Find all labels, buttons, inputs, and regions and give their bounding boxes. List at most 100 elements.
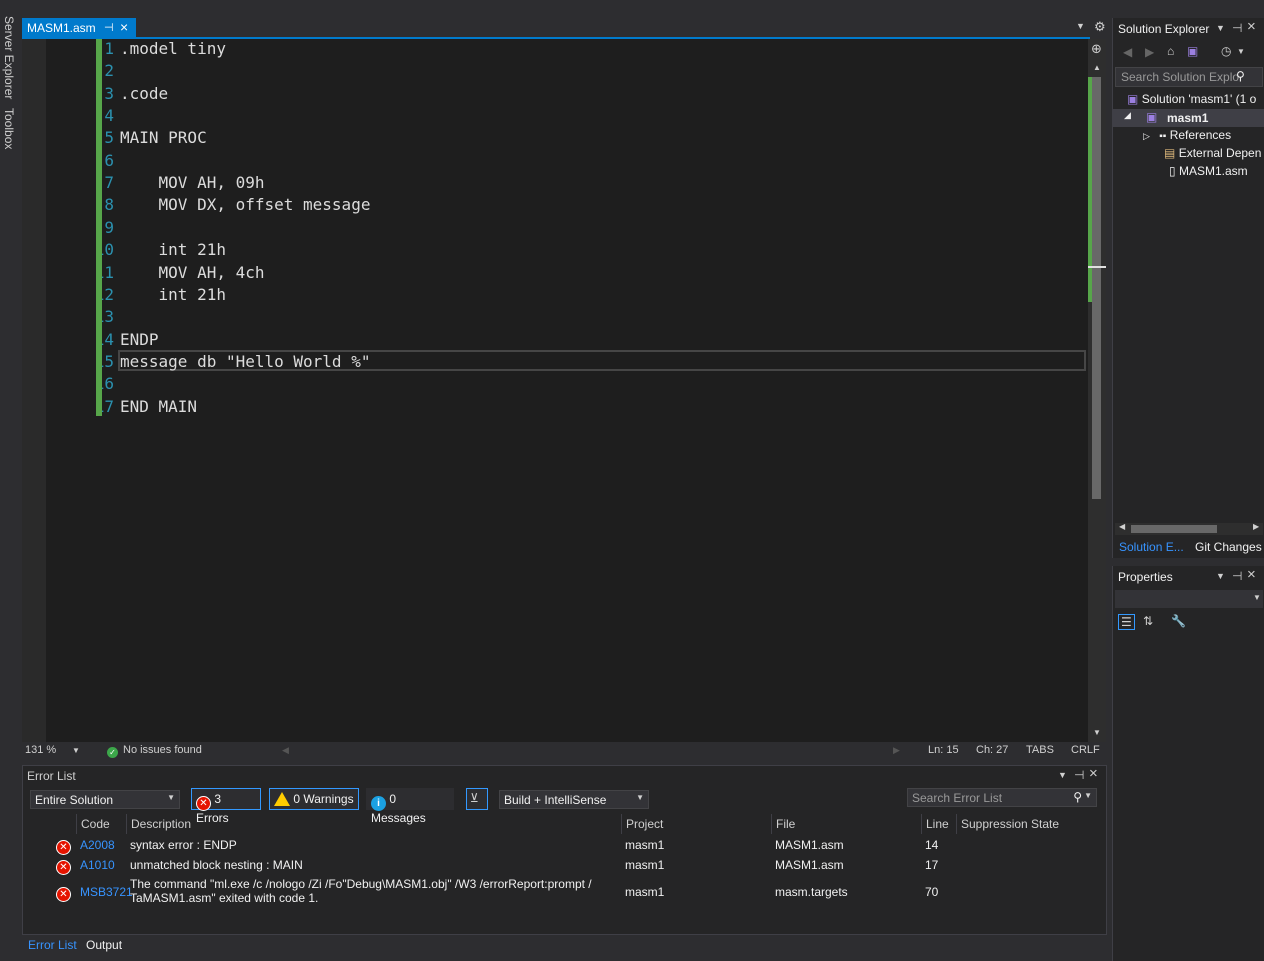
toolbox-tab[interactable]: Toolbox xyxy=(2,108,16,149)
error-code-link[interactable]: A2008 xyxy=(80,838,115,852)
pin-icon[interactable]: ⊣ xyxy=(1232,569,1242,583)
forward-icon[interactable]: ▶ xyxy=(1145,45,1154,59)
line-number: 17 xyxy=(94,396,114,416)
settings-gear-icon[interactable]: ⚙ xyxy=(1094,19,1106,35)
solution-switch-icon[interactable]: ▣ xyxy=(1187,44,1198,58)
messages-filter-button[interactable]: i 0 Messages xyxy=(366,788,454,825)
home-icon[interactable]: ⌂ xyxy=(1167,44,1174,58)
col-header-sort[interactable] xyxy=(52,814,56,834)
tree-item-file[interactable]: ▯ MASM1.asm xyxy=(1169,164,1248,178)
tree-item-solution[interactable]: ▣ Solution 'masm1' (1 o xyxy=(1127,92,1256,106)
scroll-right-icon[interactable]: ▶ xyxy=(1253,522,1259,531)
properties-panel: Properties ▼ ⊣ × ▼ ☰ ⇅ 🔧 xyxy=(1112,566,1264,961)
pin-icon[interactable]: ⊣ xyxy=(1232,21,1242,35)
col-header-code[interactable]: Code xyxy=(76,814,110,834)
eol-indicator[interactable]: CRLF xyxy=(1071,744,1100,756)
line-number: 1 xyxy=(104,39,114,58)
scroll-up-icon[interactable]: ▲ xyxy=(1093,63,1101,72)
code-line[interactable]: ENDP xyxy=(120,330,159,349)
server-explorer-tab[interactable]: Server Explorer xyxy=(2,16,16,99)
zoom-level[interactable]: 131 % xyxy=(25,744,56,756)
code-line[interactable]: END MAIN xyxy=(120,397,197,416)
pin-icon[interactable]: ⊣ xyxy=(1074,768,1084,782)
pin-icon[interactable]: ⊣ xyxy=(104,21,114,34)
tab-error-list[interactable]: Error List xyxy=(28,938,77,952)
tree-horizontal-scrollbar[interactable]: ◀ ▶ xyxy=(1115,522,1263,535)
tab-dropdown-icon[interactable]: ▼ xyxy=(1076,21,1085,31)
col-header-description[interactable]: Description xyxy=(126,814,191,834)
error-project: masm1 xyxy=(625,838,665,852)
build-filter-select[interactable]: Build + IntelliSense ▼ xyxy=(499,790,649,809)
tabs-indicator[interactable]: TABS xyxy=(1026,744,1054,756)
code-line[interactable]: message db "Hello World %" xyxy=(120,352,370,371)
tree-item-project[interactable]: ◢ ▣ masm1 xyxy=(1113,109,1264,127)
table-row[interactable]: ✕ MSB3721 The command "ml.exe /c /nologo… xyxy=(23,876,1106,906)
close-icon[interactable]: × xyxy=(1247,566,1256,583)
error-code-link[interactable]: MSB3721 xyxy=(80,885,133,899)
document-tab-masm1[interactable]: MASM1.asm ⊣ × xyxy=(22,18,136,38)
code-line[interactable]: MOV AH, 09h xyxy=(120,173,265,192)
code-line[interactable]: MOV AH, 4ch xyxy=(120,263,265,282)
collapsed-arrow-icon: ▷ xyxy=(1143,131,1150,141)
tree-item-references[interactable]: ▷ ▪▪ References xyxy=(1143,128,1231,142)
tree-item-external-dependencies[interactable]: ▤ External Depen xyxy=(1164,146,1261,160)
references-icon: ▪▪ xyxy=(1159,131,1167,142)
solution-explorer-panel: Solution Explorer ▼ ⊣ × ◀ ▶ ⌂ ▣ ◷ ▼ Sear… xyxy=(1112,18,1264,558)
tab-output[interactable]: Output xyxy=(86,938,122,952)
table-row[interactable]: ✕ A1010 unmatched block nesting : MAIN m… xyxy=(23,856,1106,876)
close-icon[interactable]: × xyxy=(120,19,128,35)
table-row[interactable]: ✕ A2008 syntax error : ENDP masm1 MASM1.… xyxy=(23,836,1106,856)
code-line[interactable]: .code xyxy=(120,84,168,103)
errors-filter-button[interactable]: ✕ 3 Errors xyxy=(191,788,261,825)
error-file: MASM1.asm xyxy=(775,858,844,872)
issues-label: No issues found xyxy=(123,744,202,756)
code-line[interactable]: MOV DX, offset message xyxy=(120,195,371,214)
chevron-down-icon: ▼ xyxy=(636,793,644,802)
error-search-input[interactable]: Search Error List ⚲ ▼ xyxy=(907,788,1097,807)
col-header-line[interactable]: Line xyxy=(921,814,949,834)
issues-indicator[interactable]: ✓ xyxy=(107,744,118,758)
col-header-suppression[interactable]: Suppression State xyxy=(956,814,1059,834)
filter-toggle-button[interactable]: ⊻ xyxy=(466,788,488,810)
col-header-project[interactable]: Project xyxy=(621,814,663,834)
panel-dropdown-icon[interactable]: ▼ xyxy=(1216,23,1225,33)
scroll-left-icon[interactable]: ◀ xyxy=(1119,522,1125,531)
alphabetical-icon[interactable]: ⇅ xyxy=(1143,614,1153,628)
warnings-filter-button[interactable]: 0 Warnings xyxy=(269,788,359,810)
split-editor-icon[interactable]: ⊕ xyxy=(1091,41,1102,57)
line-number: 3 xyxy=(104,83,114,103)
back-icon[interactable]: ◀ xyxy=(1123,45,1132,59)
code-line[interactable]: int 21h xyxy=(120,240,226,259)
close-icon[interactable]: × xyxy=(1247,18,1256,35)
property-pages-icon[interactable]: 🔧 xyxy=(1171,614,1186,628)
scroll-down-icon[interactable]: ▼ xyxy=(1093,728,1101,737)
history-icon[interactable]: ◷ xyxy=(1221,44,1231,58)
left-tool-rail: Server Explorer Toolbox xyxy=(0,0,22,961)
code-editor[interactable]: 1 2 3 4 5 6 7 8 9 10 11 12 13 14 15 16 17 .model tiny .co… xyxy=(22,39,1088,742)
tab-git-changes[interactable]: Git Changes xyxy=(1195,540,1262,554)
hscroll-left-icon[interactable]: ◀ xyxy=(282,745,289,756)
panel-dropdown-icon[interactable]: ▼ xyxy=(1216,571,1225,581)
search-icon[interactable]: ⚲ xyxy=(1236,69,1245,83)
code-line[interactable]: .model tiny xyxy=(120,39,226,58)
folder-icon: ▤ xyxy=(1164,146,1176,160)
code-line[interactable]: int 21h xyxy=(120,285,226,304)
scrollbar-thumb[interactable] xyxy=(1092,77,1101,499)
code-line[interactable]: MAIN PROC xyxy=(120,128,207,147)
tab-solution-explorer[interactable]: Solution E... xyxy=(1119,540,1184,554)
scope-select[interactable]: Entire Solution ▼ xyxy=(30,790,180,809)
scrollbar-thumb[interactable] xyxy=(1131,525,1217,533)
object-select[interactable]: ▼ xyxy=(1115,590,1263,608)
chevron-down-icon[interactable]: ▼ xyxy=(1237,47,1245,56)
close-icon[interactable]: × xyxy=(1089,765,1098,782)
error-code-link[interactable]: A1010 xyxy=(80,858,115,872)
zoom-dropdown-icon[interactable]: ▼ xyxy=(72,746,80,755)
editor-vertical-scrollbar[interactable]: ⊕ ▲ ▼ xyxy=(1088,39,1106,742)
editor-margin xyxy=(22,39,46,742)
col-header-file[interactable]: File xyxy=(771,814,795,834)
hscroll-right-icon[interactable]: ▶ xyxy=(893,745,900,756)
categorized-icon[interactable]: ☰ xyxy=(1118,614,1135,630)
panel-dropdown-icon[interactable]: ▼ xyxy=(1058,770,1067,780)
error-project: masm1 xyxy=(625,858,665,872)
line-number: 5 xyxy=(104,128,114,148)
